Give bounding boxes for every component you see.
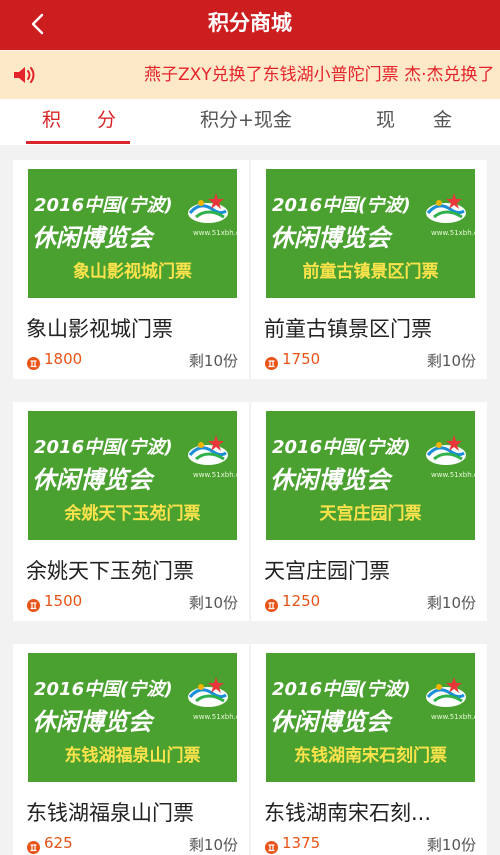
product-card[interactable]: 2016中国(宁波) 休闲博览会 www.51xbh.com 余姚天下玉苑门票 … (13, 402, 249, 621)
expo-logo-icon (188, 435, 228, 465)
product-stock: 剩10份 (188, 836, 238, 854)
product-points-price: 1375 (282, 834, 321, 852)
product-card[interactable]: 2016中国(宁波) 休闲博览会 www.51xbh.com 东钱湖福泉山门票 … (13, 644, 249, 855)
exchange-marquee: 燕子ZXY兑换了东钱湖小普陀门票 杰·杰兑换了 (0, 51, 500, 99)
banner-expo-text: 休闲博览会 (32, 466, 152, 494)
tab-bar: 积分 积分+现金 现金 (0, 99, 500, 145)
banner-expo-text: 休闲博览会 (32, 224, 152, 252)
points-coin-icon (265, 841, 278, 854)
banner-ticket-name: 天宫庄园门票 (319, 504, 422, 524)
product-points-price: 1250 (282, 592, 321, 610)
banner-url-text: www.51xbh.com (431, 229, 475, 237)
banner-year-text: 2016中国(宁波) (272, 437, 411, 458)
product-banner-image: 2016中国(宁波) 休闲博览会 www.51xbh.com 前童古镇景区门票 (266, 169, 475, 298)
points-coin-icon (27, 357, 40, 370)
product-stock: 剩10份 (426, 352, 476, 370)
page-title: 积分商城 (208, 11, 292, 35)
expo-logo-icon (188, 193, 228, 223)
product-title: 余姚天下玉苑门票 (26, 559, 194, 583)
banner-url-text: www.51xbh.com (431, 713, 475, 721)
tab-points[interactable]: 积分 (42, 99, 152, 145)
banner-ticket-name: 前童古镇景区门票 (302, 262, 439, 282)
product-title: 前童古镇景区门票 (264, 317, 432, 341)
product-banner-image: 2016中国(宁波) 休闲博览会 www.51xbh.com 东钱湖南宋石刻门票 (266, 653, 475, 782)
product-stock: 剩10份 (188, 594, 238, 612)
product-title: 东钱湖福泉山门票 (26, 801, 194, 825)
banner-ticket-name: 象山影视城门票 (73, 262, 192, 282)
product-card[interactable]: 2016中国(宁波) 休闲博览会 www.51xbh.com 东钱湖南宋石刻门票… (251, 644, 487, 855)
expo-logo-icon (426, 435, 466, 465)
banner-year-text: 2016中国(宁波) (272, 195, 411, 216)
product-title: 天宫庄园门票 (264, 559, 390, 583)
product-banner-image: 2016中国(宁波) 休闲博览会 www.51xbh.com 余姚天下玉苑门票 (28, 411, 237, 540)
banner-year-text: 2016中国(宁波) (34, 679, 173, 700)
points-coin-icon (265, 599, 278, 612)
banner-ticket-name: 余姚天下玉苑门票 (64, 504, 201, 524)
expo-logo-icon (188, 677, 228, 707)
product-title: 东钱湖南宋石刻... (264, 801, 432, 825)
product-points-price: 1750 (282, 350, 321, 368)
banner-url-text: www.51xbh.com (193, 471, 237, 479)
points-coin-icon (27, 841, 40, 854)
app-header: 积分商城 (0, 0, 500, 50)
banner-expo-text: 休闲博览会 (270, 224, 390, 252)
banner-url-text: www.51xbh.com (193, 229, 237, 237)
banner-ticket-name: 东钱湖福泉山门票 (64, 746, 201, 766)
product-stock: 剩10份 (426, 836, 476, 854)
product-points-price: 625 (44, 834, 73, 852)
product-banner-image: 2016中国(宁波) 休闲博览会 www.51xbh.com 天宫庄园门票 (266, 411, 475, 540)
banner-year-text: 2016中国(宁波) (272, 679, 411, 700)
marquee-text: 燕子ZXY兑换了东钱湖小普陀门票 杰·杰兑换了 (144, 65, 495, 85)
banner-url-text: www.51xbh.com (193, 713, 237, 721)
points-coin-icon (265, 357, 278, 370)
tab-cash[interactable]: 现金 (376, 99, 490, 145)
tab-points-cash[interactable]: 积分+现金 (200, 99, 292, 145)
expo-logo-icon (426, 193, 466, 223)
speaker-icon (14, 67, 35, 83)
banner-expo-text: 休闲博览会 (270, 466, 390, 494)
product-banner-image: 2016中国(宁波) 休闲博览会 www.51xbh.com 东钱湖福泉山门票 (28, 653, 237, 782)
banner-ticket-name: 东钱湖南宋石刻门票 (294, 746, 447, 766)
product-banner-image: 2016中国(宁波) 休闲博览会 www.51xbh.com 象山影视城门票 (28, 169, 237, 298)
product-card[interactable]: 2016中国(宁波) 休闲博览会 www.51xbh.com 前童古镇景区门票 … (251, 160, 487, 379)
points-coin-icon (27, 599, 40, 612)
banner-year-text: 2016中国(宁波) (34, 195, 173, 216)
product-stock: 剩10份 (188, 352, 238, 370)
product-title: 象山影视城门票 (26, 317, 173, 341)
product-stock: 剩10份 (426, 594, 476, 612)
product-card[interactable]: 2016中国(宁波) 休闲博览会 www.51xbh.com 天宫庄园门票 天宫… (251, 402, 487, 621)
banner-url-text: www.51xbh.com (431, 471, 475, 479)
banner-expo-text: 休闲博览会 (270, 708, 390, 736)
product-points-price: 1800 (44, 350, 83, 368)
banner-expo-text: 休闲博览会 (32, 708, 152, 736)
active-tab-indicator (26, 141, 130, 144)
banner-year-text: 2016中国(宁波) (34, 437, 173, 458)
product-points-price: 1500 (44, 592, 83, 610)
expo-logo-icon (426, 677, 466, 707)
product-card[interactable]: 2016中国(宁波) 休闲博览会 www.51xbh.com 象山影视城门票 象… (13, 160, 249, 379)
